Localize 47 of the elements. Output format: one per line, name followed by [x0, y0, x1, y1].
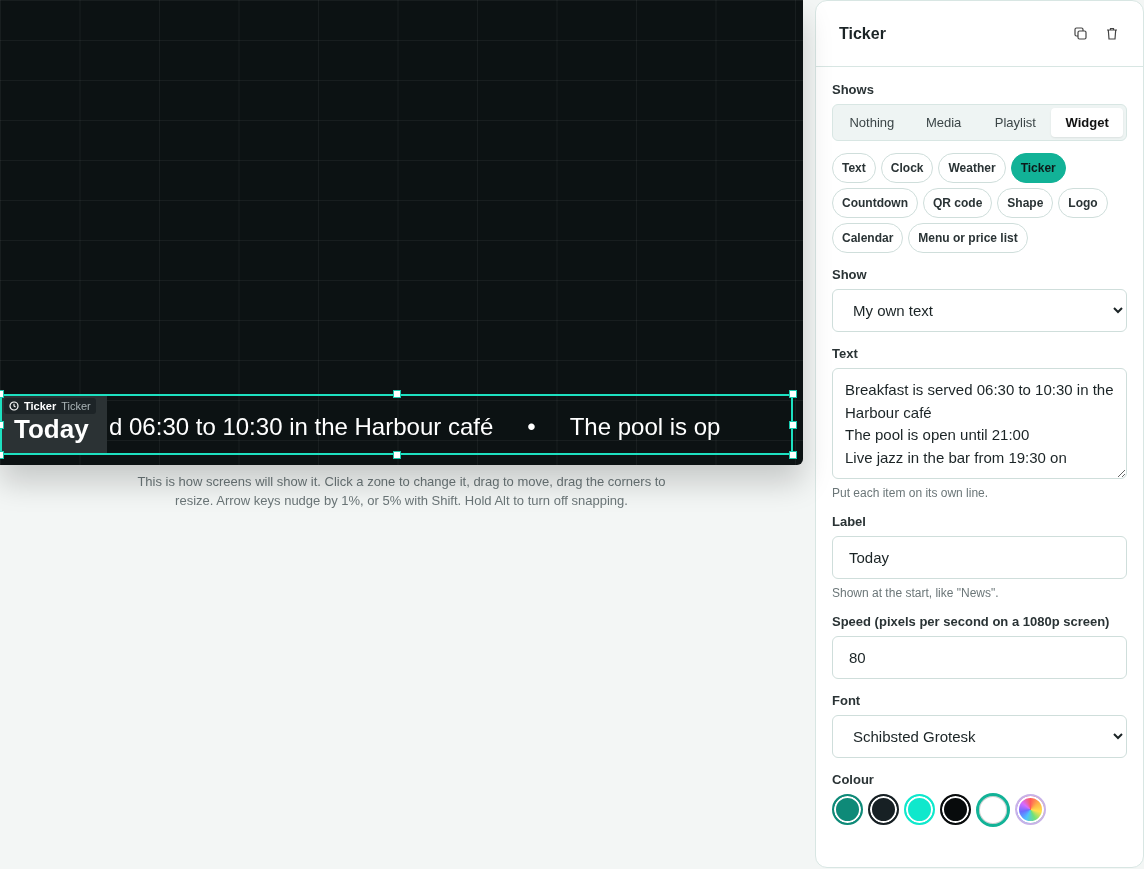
dropdown[interactable]: My own text: [832, 289, 1127, 332]
tab[interactable]: Nothing: [836, 108, 908, 137]
colour-swatch[interactable]: [940, 794, 971, 825]
widget-chip[interactable]: Text: [832, 153, 876, 183]
dropdown[interactable]: Schibsted Grotesk: [832, 715, 1127, 758]
resize-handle[interactable]: [393, 451, 401, 459]
field-label: Show: [832, 267, 868, 282]
field-label: Colour: [832, 772, 875, 787]
hint-text: Shown at the start, like "News".: [832, 586, 1000, 600]
duplicate-button[interactable]: [1071, 24, 1089, 43]
field-label: Label: [832, 514, 867, 529]
help-text: This is how screens will show it. Click a zone to change it, drag to move, drag the corners to resize. Arrow keys nudge by 1%, or 5% with Shift. Hold Alt to turn off snapping.: [136, 473, 667, 510]
input-field[interactable]: Today: [832, 536, 1127, 579]
tab[interactable]: Media: [907, 108, 980, 137]
text-area[interactable]: Breakfast is served 06:30 to 10:30 in the Harbour café The pool is open until 21:00 Live jazz in the bar from 19:30 on: [832, 368, 1127, 479]
widget-chip[interactable]: Countdown: [832, 188, 918, 218]
widget-chip[interactable]: Ticker: [1010, 153, 1066, 183]
field-label: Speed (pixels per second on a 1080p screen): [832, 614, 1111, 629]
widget-chip[interactable]: Clock: [880, 153, 934, 183]
resize-handle[interactable]: [789, 421, 797, 429]
ticker-text: d 06:30 to 10:30 in the Harbour café: [109, 411, 494, 441]
colour-swatch[interactable]: [976, 793, 1010, 827]
colour-swatch[interactable]: [832, 794, 863, 825]
field-label: Font: [832, 693, 862, 708]
clock-icon: [9, 401, 19, 411]
widget-chip[interactable]: Weather: [938, 153, 1006, 183]
field-label: Text: [832, 346, 859, 361]
colour-swatch[interactable]: [868, 794, 899, 825]
hint-text: Put each item on its own line.: [832, 486, 990, 500]
resize-handle[interactable]: [789, 451, 797, 459]
widget-chip[interactable]: QR code: [923, 188, 993, 218]
widget-chip[interactable]: Menu or price list: [908, 223, 1028, 253]
resize-handle[interactable]: [789, 390, 797, 398]
widget-chip[interactable]: Calendar: [832, 223, 904, 253]
panel-title: Ticker: [839, 24, 887, 43]
widget-chip[interactable]: Logo: [1058, 188, 1108, 218]
colour-swatch[interactable]: [1015, 794, 1046, 825]
screen-preview[interactable]: Today d 06:30 to 10:30 in the Harbour café • The pool is op Ticker Ticker: [0, 0, 803, 465]
ticker-text: The pool is op: [569, 411, 721, 441]
ticker-separator: •: [527, 411, 536, 441]
input-field[interactable]: 80: [832, 636, 1127, 679]
field-label: Shows: [832, 82, 875, 97]
resize-handle[interactable]: [393, 390, 401, 398]
widget-chip[interactable]: Shape: [997, 188, 1054, 218]
tab[interactable]: Widget: [1051, 108, 1123, 137]
zone-tag: Ticker Ticker: [4, 398, 96, 414]
tab[interactable]: Playlist: [979, 108, 1052, 137]
